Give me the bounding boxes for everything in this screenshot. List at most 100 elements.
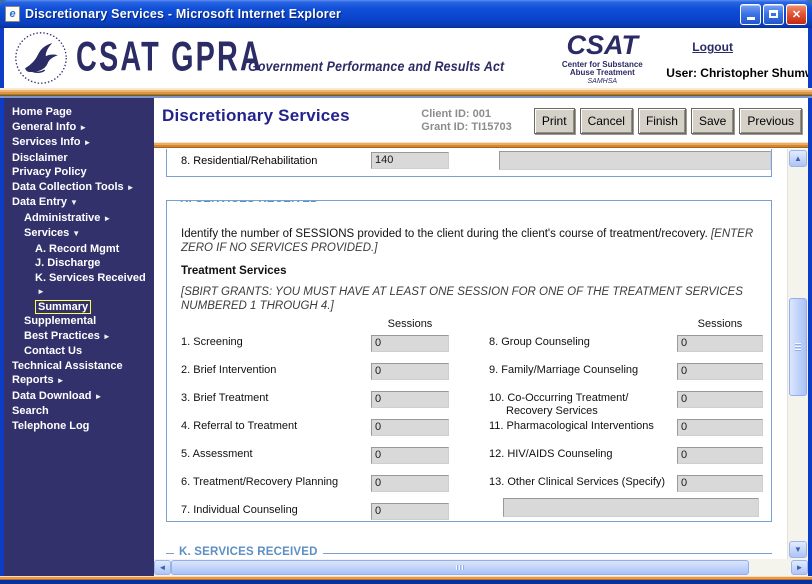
sessions-input-pharmacological-interventions[interactable]: 0 [677,419,763,436]
submenu-arrow-icon: ► [79,122,88,132]
save-button[interactable]: Save [690,108,735,134]
service-label-family-marriage-counseling: 9. Family/Marriage Counseling [489,364,639,376]
page-title: Discretionary Services [162,106,350,125]
sessions-input-family-marriage-counseling[interactable]: 0 [677,363,763,380]
brand-subtitle: Government Performance and Results Act [247,59,505,74]
main-area: Home Page General Info ► Services Info ► D… [4,98,808,576]
maximize-button[interactable] [763,3,784,25]
sidebar-item-supplemental[interactable]: Supplemental [4,314,154,329]
header-separator-stripe [0,88,812,98]
sidebar-item-services[interactable]: Services ▼ [4,226,154,242]
csat-logo-line3: SAMHSA [587,77,618,85]
sidebar-item-data-entry[interactable]: Data Entry ▼ [4,195,154,211]
content-header: Discretionary Services Client ID: 001 Gr… [154,98,808,142]
sessions-input-treatment-recovery-planning[interactable]: 0 [371,475,449,492]
service-label-hiv-aids-counseling: 12. HIV/AIDS Counseling [489,448,613,460]
sessions-input-co-occurring-treatment[interactable]: 0 [677,391,763,408]
treatment-services-grid: 1. Screening 0 8. Group Counseling 0 2. … [181,334,763,521]
sessions-column-headers: Sessions Sessions [181,318,763,330]
action-buttons: Print Cancel Finish Save Previous [533,106,802,134]
client-grant-ids: Client ID: 001 Grant ID: TI15703 [421,106,534,134]
minimize-icon [746,17,755,20]
minimize-button[interactable] [740,3,761,25]
grant-id: Grant ID: TI15703 [421,121,512,133]
previous-button[interactable]: Previous [739,108,802,134]
csat-logo-line2: Abuse Treatment [569,67,635,77]
brand-block: CSAT GPRA Government Performance and Res… [76,34,526,81]
submenu-open-arrow-icon: ▼ [72,229,81,238]
sidebar-item-search[interactable]: Search [4,404,154,419]
sidebar-item-data-collection-tools[interactable]: Data Collection Tools ► [4,180,154,196]
submenu-arrow-icon: ► [126,182,135,192]
scroll-left-button[interactable]: ◄ [154,560,171,575]
sidebar-item-home-page[interactable]: Home Page [4,105,154,120]
sidebar-item-general-info[interactable]: General Info ► [4,120,154,136]
residential-rehabilitation-specify-input[interactable] [499,151,771,170]
vertical-scrollbar[interactable]: ▲ ▼ [787,149,808,559]
submenu-arrow-icon: ► [94,391,103,401]
services-received-legend: K. SERVICES RECEIVED [175,201,324,205]
sessions-input-other-clinical-services[interactable]: 0 [677,475,763,492]
horizontal-scrollbar-thumb[interactable] [171,560,749,575]
app-header: CSAT GPRA Government Performance and Res… [4,28,808,88]
submenu-arrow-icon: ► [102,331,111,341]
close-icon: ✕ [791,8,802,21]
sessions-input-brief-treatment[interactable]: 0 [371,391,449,408]
sidebar-item-summary[interactable]: Summary [4,299,154,314]
sidebar-item-reports[interactable]: Reports ► [4,373,154,389]
grid-spacer [449,446,489,474]
scroll-right-icon: ► [795,563,804,572]
horizontal-scrollbar[interactable]: ◄ ► [154,559,808,576]
scroll-up-button[interactable]: ▲ [789,150,807,167]
close-button[interactable]: ✕ [786,3,807,25]
other-clinical-specify-input[interactable] [503,498,759,517]
sessions-input-group-counseling[interactable]: 0 [677,335,763,352]
submenu-arrow-icon: ► [103,213,112,223]
print-button[interactable]: Print [533,108,575,134]
cancel-button[interactable]: Cancel [579,108,633,134]
sessions-input-screening[interactable]: 0 [371,335,449,352]
scroll-down-button[interactable]: ▼ [789,541,807,558]
sessions-input-hiv-aids-counseling[interactable]: 0 [677,447,763,464]
scroll-down-icon: ▼ [794,545,802,554]
sidebar-item-best-practices[interactable]: Best Practices ► [4,329,154,345]
residential-rehabilitation-input[interactable]: 140 [371,152,449,169]
form-scroll-region: 8. Residential/Rehabilitation 140 K. SER… [154,149,787,559]
sidebar-item-telephone-log[interactable]: Telephone Log [4,419,154,434]
submenu-arrow-icon: ► [56,376,65,385]
service-label-co-occurring-treatment: 10. Co-Occurring Treatment/ Recovery Ser… [489,392,629,417]
service-label-pharmacological-interventions: 11. Pharmacological Interventions [489,420,654,432]
sessions-input-referral-to-treatment[interactable]: 0 [371,419,449,436]
sidebar-item-administrative[interactable]: Administrative ► [4,211,154,227]
sessions-input-individual-counseling[interactable]: 0 [371,503,449,520]
sidebar-item-services-info[interactable]: Services Info ► [4,135,154,151]
logout-link[interactable]: Logout [692,40,733,54]
grid-spacer [449,334,489,362]
window-bottom-border [0,580,812,584]
scroll-left-icon: ◄ [158,563,167,572]
sidebar-item-privacy-policy[interactable]: Privacy Policy [4,165,154,180]
sessions-instructions: Identify the number of SESSIONS provided… [181,228,754,254]
grid-spacer [449,390,489,418]
previous-section-fieldset: 8. Residential/Rehabilitation 140 [166,149,772,177]
sessions-input-brief-intervention[interactable]: 0 [371,363,449,380]
sessions-header-left: Sessions [387,318,433,330]
sidebar-item-contact-us[interactable]: Contact Us [4,344,154,359]
grid-spacer [449,418,489,446]
sidebar-item-disclaimer[interactable]: Disclaimer [4,151,154,166]
browser-window: e Discretionary Services - Microsoft Int… [0,0,812,584]
client-id: Client ID: 001 [421,108,491,120]
vertical-scrollbar-thumb[interactable] [789,298,807,396]
sidebar-item-services-received[interactable]: K. Services Received ► [4,271,154,300]
sidebar-item-discharge[interactable]: J. Discharge [4,256,154,271]
sidebar-item-data-download[interactable]: Data Download ► [4,389,154,405]
csat-logo-title: CSAT [566,29,639,60]
scroll-right-button[interactable]: ► [791,560,808,575]
finish-button[interactable]: Finish [637,108,686,134]
sessions-input-assessment[interactable]: 0 [371,447,449,464]
service-label-screening: 1. Screening [181,336,243,348]
sidebar-item-technical-assistance[interactable]: Technical Assistance [4,359,154,374]
sessions-header-right: Sessions [697,318,743,330]
residential-rehabilitation-label: 8. Residential/Rehabilitation [181,155,318,167]
sidebar-item-record-mgmt[interactable]: A. Record Mgmt [4,242,154,257]
